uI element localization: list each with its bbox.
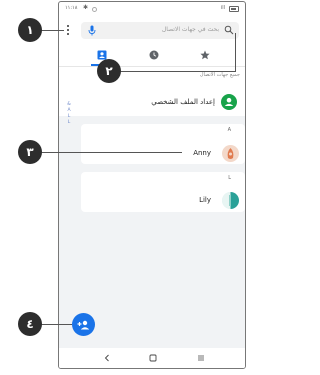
person-icon	[224, 97, 234, 106]
settings-status-icon: ✱	[83, 4, 89, 11]
callout-leader-1	[40, 30, 64, 31]
index-letter[interactable]: L	[66, 120, 72, 126]
back-icon	[104, 354, 109, 362]
contact-group-l: L Lily	[81, 172, 245, 212]
contact-group-a: A Anny	[81, 124, 245, 164]
set-up-profile-row[interactable]: إعداد الملف الشخصي	[59, 90, 245, 114]
contact-name[interactable]: Lily	[199, 196, 211, 204]
contact-photo-icon	[227, 148, 234, 159]
back-button[interactable]	[101, 352, 113, 364]
more-options-icon[interactable]	[65, 25, 71, 35]
callout-3: ٣	[18, 140, 42, 164]
group-letter: L	[228, 175, 231, 181]
navigation-bar	[59, 348, 245, 368]
search-placeholder[interactable]: بحث في جهات الاتصال	[162, 26, 219, 33]
add-person-icon	[77, 320, 90, 329]
callout-2: ٢	[97, 59, 121, 83]
battery-icon	[229, 6, 239, 12]
add-contact-button[interactable]	[72, 313, 95, 336]
callout-leader-2	[235, 33, 236, 71]
star-icon	[200, 50, 210, 60]
status-bar: ١١:١٨ ✱ ill	[59, 2, 245, 16]
search-icon[interactable]	[224, 25, 234, 35]
menu-icon	[198, 355, 204, 361]
profile-label: إعداد الملف الشخصي	[151, 98, 215, 106]
microphone-icon[interactable]	[88, 25, 96, 36]
recent-apps-button[interactable]	[195, 352, 207, 364]
callout-1: ١	[18, 18, 42, 42]
signal-icon: ill	[220, 5, 225, 11]
notification-status-icon	[92, 7, 97, 12]
phone-screen: ١١:١٨ ✱ ill بحث في جهات الاتصال جميع جها…	[58, 1, 246, 369]
callout-leader-3	[40, 152, 182, 153]
search-bar[interactable]: بحث في جهات الاتصال	[81, 22, 239, 39]
callout-leader-4	[40, 324, 72, 325]
callout-leader-2-h	[120, 71, 236, 72]
contact-avatar[interactable]	[222, 192, 239, 209]
group-letter: A	[227, 127, 231, 133]
contact-photo-icon	[222, 192, 239, 209]
tab-divider	[59, 66, 245, 67]
tab-recent[interactable]	[139, 44, 169, 66]
home-icon	[149, 354, 157, 362]
home-button[interactable]	[147, 352, 159, 364]
clock-icon	[149, 50, 159, 60]
callout-4: ٤	[18, 312, 42, 336]
alphabet-index[interactable]: & A L L	[66, 102, 72, 126]
tab-favorites[interactable]	[190, 44, 220, 66]
tab-bar	[59, 44, 245, 66]
section-title: جميع جهات الاتصال	[199, 72, 240, 78]
profile-avatar	[221, 94, 237, 110]
status-time: ١١:١٨	[65, 5, 78, 11]
contact-avatar[interactable]	[222, 145, 239, 162]
contact-name[interactable]: Anny	[193, 149, 211, 157]
